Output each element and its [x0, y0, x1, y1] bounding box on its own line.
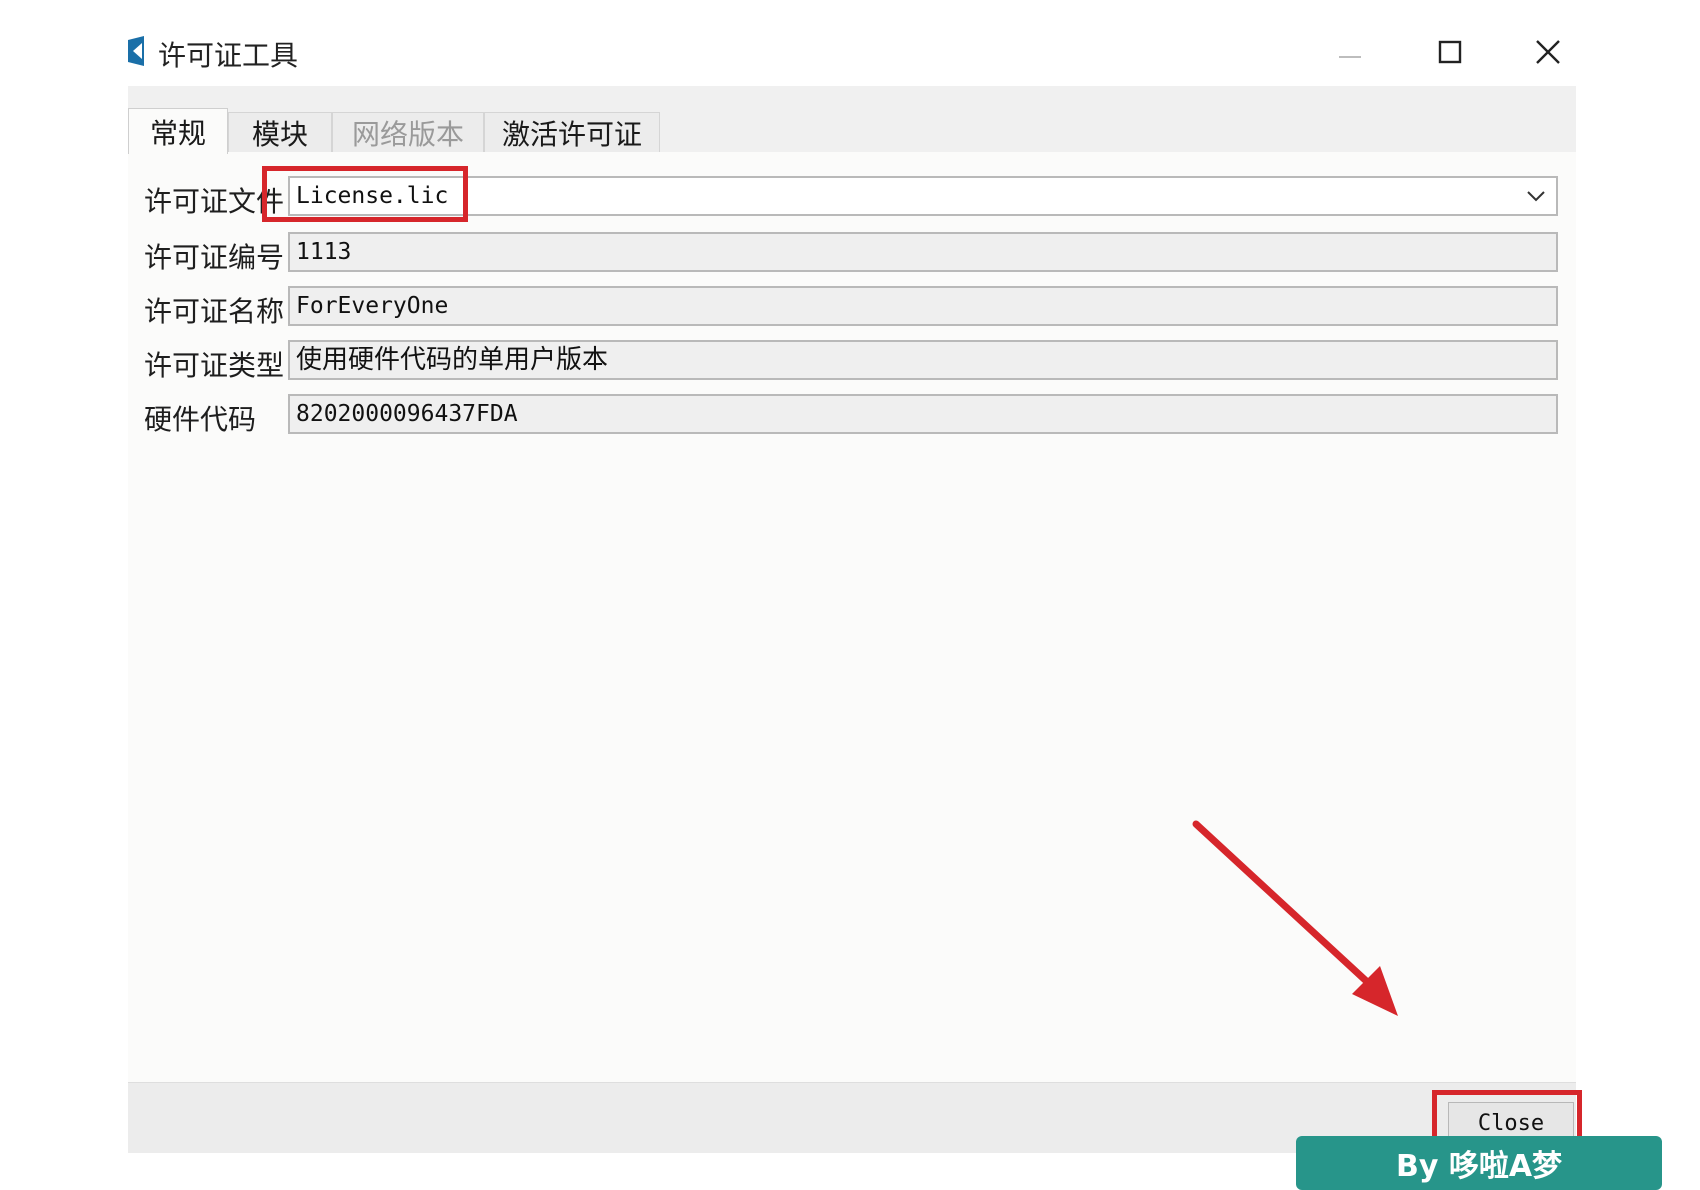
window-title: 许可证工具 — [158, 39, 299, 72]
close-icon — [1536, 40, 1560, 64]
minimize-button[interactable] — [1326, 30, 1374, 74]
form-row-hardware-code: 硬件代码 8202000096437FDA — [128, 394, 1568, 438]
app-logo-icon — [128, 36, 144, 66]
hardware-code-field[interactable]: 8202000096437FDA — [288, 394, 1558, 434]
tab-strip: 常规 模块 网络版本 激活许可证 — [128, 86, 1576, 154]
arrow-annotation — [1192, 820, 1398, 1016]
minimize-icon — [1339, 56, 1361, 58]
maximize-button[interactable] — [1426, 30, 1474, 74]
tab-modules[interactable]: 模块 — [228, 112, 332, 152]
license-type-label: 许可证类型 — [144, 349, 285, 382]
license-file-value: License.lic — [296, 183, 449, 209]
license-file-select[interactable]: License.lic — [288, 176, 1558, 216]
form-row-license-type: 许可证类型 使用硬件代码的单用户版本 — [128, 340, 1568, 384]
title-bar: 许可证工具 — [128, 22, 1578, 82]
maximize-icon — [1438, 40, 1462, 64]
license-name-field[interactable]: ForEveryOne — [288, 286, 1558, 326]
chevron-down-icon[interactable] — [1524, 184, 1548, 208]
close-window-button[interactable] — [1524, 30, 1572, 74]
tab-activate-license[interactable]: 激活许可证 — [484, 112, 660, 152]
license-type-field[interactable]: 使用硬件代码的单用户版本 — [288, 340, 1558, 380]
tab-general[interactable]: 常规 — [128, 108, 228, 154]
license-number-field[interactable]: 1113 — [288, 232, 1558, 272]
form-row-license-name: 许可证名称 ForEveryOne — [128, 286, 1568, 330]
license-number-label: 许可证编号 — [144, 241, 285, 274]
license-tool-window: 许可证工具 常规 模块 网络版本 激活许可证 许可证文件 License.lic… — [0, 0, 1700, 1190]
form-row-license-file: 许可证文件 License.lic — [128, 176, 1568, 220]
form-row-license-number: 许可证编号 1113 — [128, 232, 1568, 276]
license-name-label: 许可证名称 — [144, 295, 285, 328]
hardware-code-label: 硬件代码 — [144, 403, 257, 436]
tab-network-version[interactable]: 网络版本 — [332, 112, 484, 152]
license-file-label: 许可证文件 — [144, 185, 285, 218]
